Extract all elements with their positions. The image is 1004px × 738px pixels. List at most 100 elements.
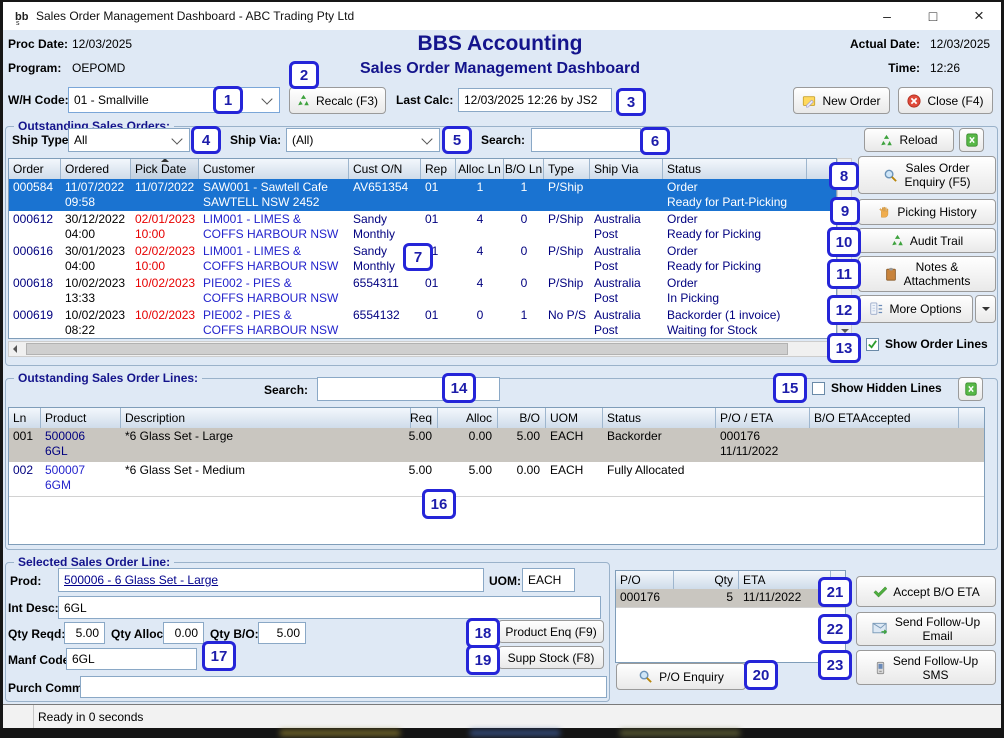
col-header-rep[interactable]: Rep [421,159,456,179]
col-header-bo-ln[interactable]: B/O Ln [504,159,544,179]
window-title: Sales Order Management Dashboard - ABC T… [36,9,354,23]
proc-date-value: 12/03/2025 [72,37,132,51]
col-header-product[interactable]: Product [41,408,121,428]
send-followup-email-button[interactable]: Send Follow-Up Email [856,612,996,646]
show-order-lines-checkbox[interactable] [866,338,879,351]
time-label: Time: [830,61,920,75]
col-header-pick-date[interactable]: Pick Date [131,159,199,179]
col-header-alloc[interactable]: Alloc [438,408,498,428]
ship-type-combo[interactable]: All [68,128,190,152]
reload-button[interactable]: Reload [864,128,954,152]
callout-9: 9 [830,197,860,225]
callout-15: 15 [773,373,807,403]
prod-link-field[interactable]: 500006 - 6 Glass Set - Large [58,568,484,592]
more-options-button[interactable]: More Options [858,295,973,323]
maximize-button[interactable]: □ [914,2,952,30]
col-header-order[interactable]: Order [9,159,61,179]
last-calc-label: Last Calc: [396,93,453,107]
orders-table-header: Order Ordered Pick Date Customer Cust O/… [9,159,836,180]
close-red-icon [907,94,921,108]
po-row[interactable]: 000176 5 11/11/2022 [616,589,845,608]
qty-bo-label: Qty B/O: [210,627,259,641]
email-icon [872,622,889,636]
product-link[interactable]: 500006 - 6 Glass Set - Large [64,573,218,587]
col-header-ordered[interactable]: Ordered [61,159,131,179]
program-label: Program: [8,61,61,75]
int-desc-label: Int Desc: [8,601,59,615]
magnifier-icon [883,168,898,183]
callout-11: 11 [827,259,861,289]
purch-comm-field [80,676,607,698]
po-enquiry-button[interactable]: P/O Enquiry [616,663,746,690]
col-header-alloc-ln[interactable]: Alloc Ln [456,159,504,179]
col-header-po[interactable]: P/O [616,571,674,589]
order-row[interactable]: 000612 30/12/2022 04:00 02/01/2023 10:00… [9,211,836,244]
col-header-status[interactable]: Status [663,159,807,179]
options-list-icon [869,302,883,316]
order-line-row[interactable]: 002 500007 6GM *6 Glass Set - Medium 5.0… [9,462,984,497]
col-header-customer[interactable]: Customer [199,159,349,179]
col-header-type[interactable]: Type [544,159,590,179]
col-header-bo-eta-accepted[interactable]: B/O ETAAccepted [810,408,959,428]
clipboard-icon [884,267,898,281]
product-enq-button[interactable]: Product Enq (F9) [498,620,604,643]
order-row[interactable]: 000584 11/07/2022 09:58 11/07/2022 SAW00… [9,179,836,212]
actual-date-label: Actual Date: [830,37,920,51]
col-header-req[interactable]: Req [411,408,438,428]
int-desc-field: 6GL [58,596,601,619]
orders-excel-export-button[interactable] [959,128,984,152]
audit-trail-button[interactable]: Audit Trail [858,228,996,253]
selected-line-group-label: Selected Sales Order Line: [14,555,174,569]
supp-stock-button[interactable]: Supp Stock (F8) [498,646,604,669]
scroll-left-icon[interactable] [13,345,17,353]
ship-via-combo[interactable]: (All) [286,128,440,152]
sales-order-enquiry-button[interactable]: Sales Order Enquiry (F5) [858,156,996,194]
status-text: Ready in 0 seconds [38,710,143,724]
col-header-po-eta[interactable]: P/O / ETA [716,408,810,428]
qty-alloc-field: 0.00 [163,622,204,644]
picking-history-button[interactable]: Picking History [858,199,996,225]
excel-icon [965,133,979,147]
actual-date-value: 12/03/2025 [930,37,990,51]
order-row[interactable]: 000619 10/02/2023 08:22 10/02/2023 PIE00… [9,307,836,339]
callout-10: 10 [827,227,861,257]
manf-code-field: 6GL [66,648,197,670]
orders-search-input[interactable] [531,128,641,152]
col-header-bo[interactable]: B/O [498,408,546,428]
col-header-status[interactable]: Status [603,408,716,428]
orders-hscrollbar[interactable] [8,341,852,357]
send-followup-sms-button[interactable]: Send Follow-Up SMS [856,650,996,685]
time-value: 12:26 [930,61,960,75]
callout-23: 23 [818,650,852,680]
callout-19: 19 [466,645,500,675]
wh-code-combo[interactable]: 01 - Smallville [68,87,280,113]
close-f4-button[interactable]: Close (F4) [898,87,993,114]
app-window: bbs Sales Order Management Dashboard - A… [0,0,1004,738]
callout-18: 18 [466,618,500,648]
proc-date-label: Proc Date: [8,37,68,51]
col-header-description[interactable]: Description [121,408,411,428]
order-row[interactable]: 000618 10/02/2023 13:33 10/02/2023 PIE00… [9,275,836,308]
recalc-button[interactable]: Recalc (F3) [289,87,386,114]
order-line-row[interactable]: 001 500006 6GL *6 Glass Set - Large 5.00… [9,428,984,463]
notes-attachments-button[interactable]: Notes & Attachments [858,256,996,292]
close-window-button[interactable]: × [960,2,998,30]
col-header-ship-via[interactable]: Ship Via [590,159,663,179]
col-header-ln[interactable]: Ln [9,408,41,428]
callout-22: 22 [818,614,852,644]
col-header-cust-on[interactable]: Cust O/N [349,159,421,179]
accept-bo-eta-button[interactable]: Accept B/O ETA [856,576,996,607]
col-header-qty[interactable]: Qty [674,571,739,589]
callout-12: 12 [827,295,861,325]
callout-16: 16 [422,489,456,519]
more-options-dropdown-button[interactable] [975,295,996,323]
lines-excel-export-button[interactable] [958,377,983,401]
col-header-filler [959,408,985,428]
callout-2: 2 [289,61,319,89]
bbs-app-icon: bbs [14,8,32,26]
minimize-button[interactable]: – [868,2,906,30]
new-order-button[interactable]: New Order [793,87,890,114]
show-hidden-lines-checkbox[interactable] [812,382,825,395]
col-header-uom[interactable]: UOM [546,408,603,428]
hscroll-thumb[interactable] [26,343,788,355]
